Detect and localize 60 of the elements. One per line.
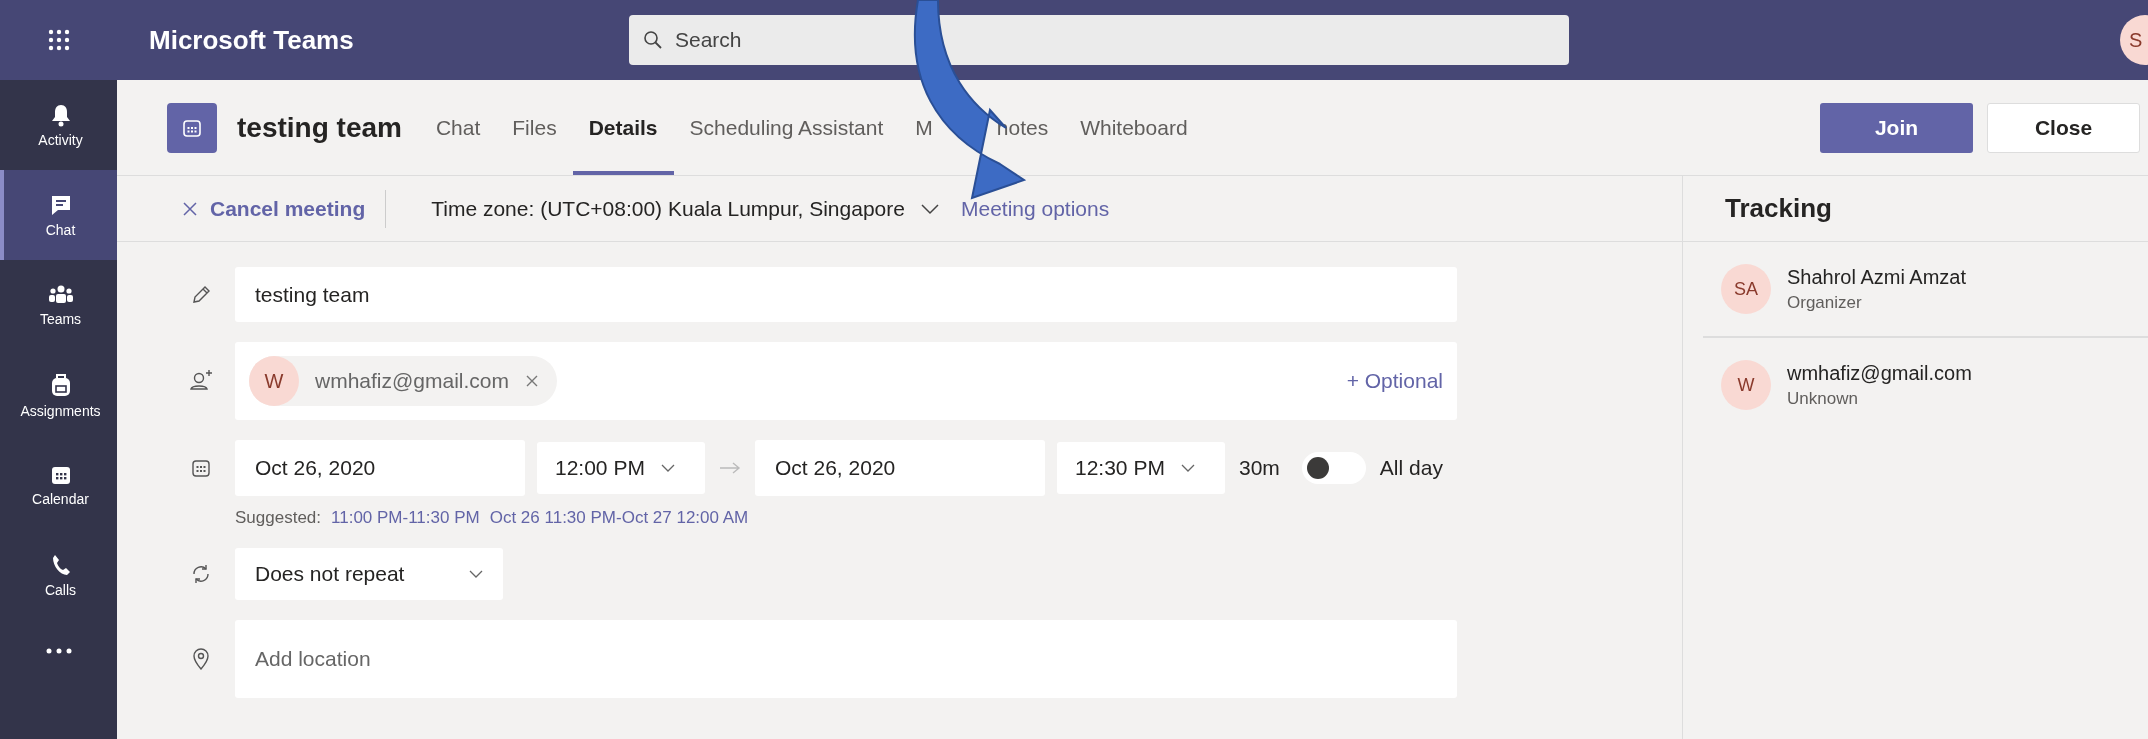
tab[interactable]: Details: [572, 80, 674, 175]
meeting-title: testing team: [237, 111, 402, 144]
app-bar-item[interactable]: Calls: [0, 530, 117, 620]
title-field[interactable]: testing team: [235, 267, 1457, 322]
optional-link[interactable]: + Optional: [1346, 369, 1443, 393]
end-date-field[interactable]: Oct 26, 2020: [755, 440, 1045, 496]
person-name: wmhafiz@gmail.com: [1787, 361, 1972, 385]
search-field[interactable]: Search: [629, 15, 1569, 65]
app-bar-item[interactable]: Calendar: [0, 440, 117, 530]
arrow-right-icon: [719, 462, 741, 474]
cancel-meeting-button[interactable]: Cancel meeting: [182, 196, 366, 221]
person-role: Unknown: [1787, 388, 1859, 409]
all-day-label: All day: [1379, 456, 1443, 480]
tab[interactable]: Chat: [419, 80, 497, 175]
start-time-dropdown[interactable]: 12:00 PM: [537, 442, 705, 494]
app-title: Microsoft Teams: [149, 24, 355, 56]
app-bar-item[interactable]: Assignments: [0, 350, 117, 440]
app-bar-item[interactable]: Teams: [0, 260, 117, 350]
suggested-time-link[interactable]: Oct 26 11:30 PM-Oct 27 12:00 AM: [489, 508, 749, 528]
tab[interactable]: M notes: [899, 80, 1065, 175]
join-button[interactable]: Join: [1820, 102, 1973, 153]
time-zone-dropdown[interactable]: Time zone: (UTC+08:00) Kuala Lumpur, Singapore: [431, 196, 939, 221]
tab[interactable]: Files: [496, 80, 573, 175]
start-date-field[interactable]: Oct 26, 2020: [235, 440, 525, 496]
suggested-label: Suggested:: [235, 508, 321, 528]
end-time-dropdown[interactable]: 12:30 PM: [1057, 442, 1225, 494]
duration: 30m: [1239, 456, 1280, 480]
avatar: SA: [1721, 264, 1771, 314]
app-launcher-icon[interactable]: [47, 29, 70, 51]
people-icon: [47, 283, 74, 306]
backpack-icon: [49, 371, 72, 398]
chevron-down-icon: [920, 202, 939, 215]
chevron-down-icon: [469, 569, 483, 579]
close-button[interactable]: Close: [1987, 102, 2140, 153]
tab[interactable]: Whiteboard: [1064, 80, 1204, 175]
close-icon: [182, 200, 198, 217]
attendees-field[interactable]: W wmhafiz@gmail.com + Optional: [235, 342, 1457, 420]
attendee-chip[interactable]: W wmhafiz@gmail.com: [249, 356, 558, 406]
tab[interactable]: Scheduling Assistant: [673, 80, 900, 175]
more-icon[interactable]: [45, 648, 72, 654]
chevron-down-icon: [660, 463, 675, 473]
tracking-heading: Tracking: [1725, 193, 1832, 224]
location-field[interactable]: Add location: [235, 620, 1457, 698]
bell-icon: [49, 102, 72, 127]
remove-icon[interactable]: [525, 374, 540, 388]
avatar: W: [1721, 360, 1771, 410]
all-day-toggle[interactable]: [1301, 452, 1366, 484]
calendar-icon: [167, 102, 217, 153]
meeting-options-link[interactable]: Meeting options: [960, 196, 1110, 221]
app-bar-item[interactable]: Activity: [0, 80, 117, 170]
avatar: W: [249, 356, 299, 406]
user-avatar[interactable]: S: [2120, 15, 2148, 65]
repeat-dropdown[interactable]: Does not repeat: [235, 548, 503, 600]
chevron-down-icon: [1180, 463, 1195, 473]
app-bar-item[interactable]: Chat: [0, 170, 117, 260]
attendee-email: wmhafiz@gmail.com: [315, 369, 510, 393]
suggested-time-link[interactable]: 11:00 PM-11:30 PM: [331, 508, 480, 528]
search-icon: [643, 30, 663, 50]
person-name: Shahrol Azmi Amzat: [1787, 265, 1966, 289]
person-role: Organizer: [1787, 292, 1863, 313]
